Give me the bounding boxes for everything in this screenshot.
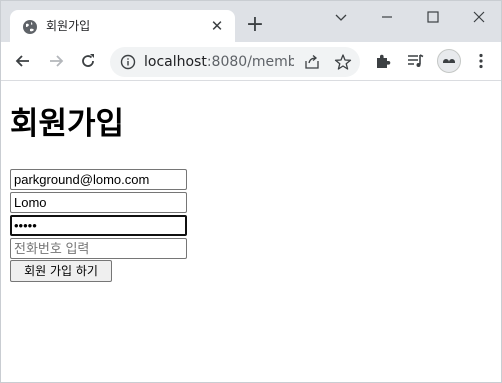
tab-active[interactable]: 회원가입 ✕ (10, 10, 235, 43)
page-title: 회원가입 (10, 106, 125, 142)
info-icon[interactable] (120, 54, 136, 70)
reading-list-icon[interactable] (406, 52, 424, 70)
signup-submit-button[interactable]: 회원 가입 하기 (10, 260, 112, 282)
url-path: :8080/memb... (206, 54, 294, 70)
avatar-icon[interactable] (437, 49, 461, 73)
window-close-icon[interactable] (469, 7, 489, 27)
name-field[interactable] (10, 192, 187, 213)
page-content: 회원가입 회원 가입 하기 (1, 82, 501, 382)
tab-title: 회원가입 (46, 19, 91, 33)
tab-strip: 회원가입 ✕ + (1, 1, 501, 43)
url-text[interactable]: localhost:8080/memb... (144, 53, 294, 71)
reload-icon[interactable] (78, 51, 98, 71)
address-bar[interactable]: localhost:8080/memb... (110, 47, 360, 77)
phone-field[interactable] (10, 238, 187, 259)
arrow-left-icon[interactable] (13, 51, 33, 71)
globe-icon (22, 19, 38, 35)
arrow-right-icon[interactable] (46, 51, 66, 71)
star-icon[interactable] (334, 53, 352, 71)
new-tab-button[interactable]: + (245, 14, 265, 36)
url-host: localhost (144, 54, 207, 70)
share-icon[interactable] (304, 54, 320, 70)
browser-window: 회원가입 ✕ + localhost:8080/memb 회원가입 parkgr… (0, 0, 502, 383)
minimize-icon[interactable] (377, 7, 397, 27)
email-field[interactable] (10, 169, 187, 190)
password-field[interactable] (10, 215, 187, 236)
chevron-down-icon[interactable] (331, 7, 351, 27)
close-icon[interactable]: ✕ (209, 18, 225, 34)
puzzle-icon[interactable] (374, 52, 392, 70)
browser-toolbar: localhost:8080/memb... (1, 42, 501, 81)
kebab-menu-icon[interactable] (473, 52, 489, 70)
maximize-icon[interactable] (423, 7, 443, 27)
